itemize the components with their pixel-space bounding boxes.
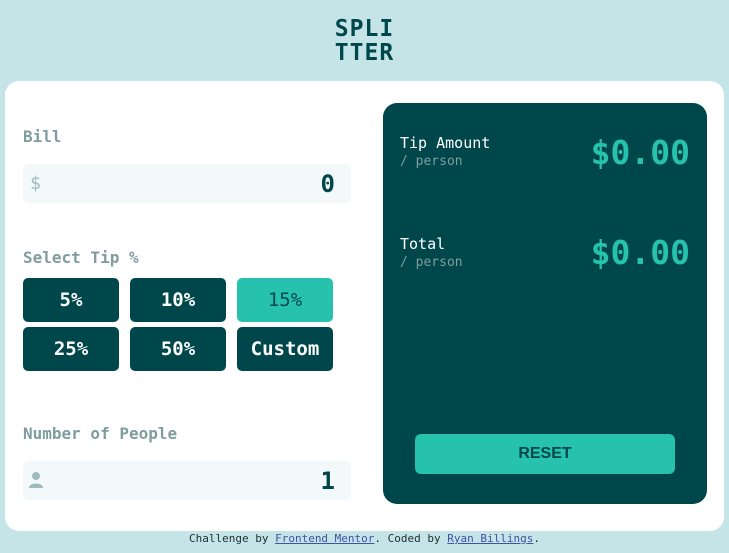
people-input[interactable]: 1 (23, 461, 351, 500)
attribution-footer: Challenge by Frontend Mentor. Coded by R… (0, 532, 729, 545)
total-sub: / person (400, 255, 463, 270)
dollar-icon: $ (30, 173, 41, 194)
app-logo: SPLI TTER (0, 17, 729, 65)
tip-button-25[interactable]: 25% (23, 327, 119, 371)
tip-amount-title: Tip Amount (400, 134, 491, 152)
logo-line-2: TTER (334, 40, 395, 66)
tip-button-15[interactable]: 15% (237, 278, 333, 322)
calculator-card: Bill $ 0 Select Tip % 5% 10% 15% 25% 50%… (5, 81, 724, 531)
tip-button-5[interactable]: 5% (23, 278, 119, 322)
footer-middle: . Coded by (374, 532, 448, 545)
total-title: Total (400, 235, 446, 253)
bill-input[interactable]: $ 0 (23, 164, 351, 203)
people-value[interactable]: 1 (321, 467, 335, 495)
tip-amount-value: $0.00 (590, 133, 690, 172)
bill-label: Bill (23, 127, 62, 146)
person-icon (29, 472, 43, 488)
author-link[interactable]: Ryan Billings (447, 532, 533, 545)
tip-button-10[interactable]: 10% (130, 278, 226, 322)
results-panel: Tip Amount / person $0.00 Total / person… (383, 103, 707, 504)
people-label: Number of People (23, 424, 178, 443)
total-value: $0.00 (590, 233, 690, 272)
logo-line-1: SPLI (334, 16, 395, 42)
reset-button[interactable]: RESET (415, 434, 675, 474)
frontend-mentor-link[interactable]: Frontend Mentor (275, 532, 374, 545)
footer-suffix: . (533, 532, 540, 545)
footer-prefix: Challenge by (188, 532, 276, 545)
tip-button-custom[interactable]: Custom (237, 327, 333, 371)
select-tip-label: Select Tip % (23, 248, 139, 267)
tip-amount-sub: / person (400, 154, 463, 169)
bill-value[interactable]: 0 (321, 170, 335, 198)
tip-button-50[interactable]: 50% (130, 327, 226, 371)
